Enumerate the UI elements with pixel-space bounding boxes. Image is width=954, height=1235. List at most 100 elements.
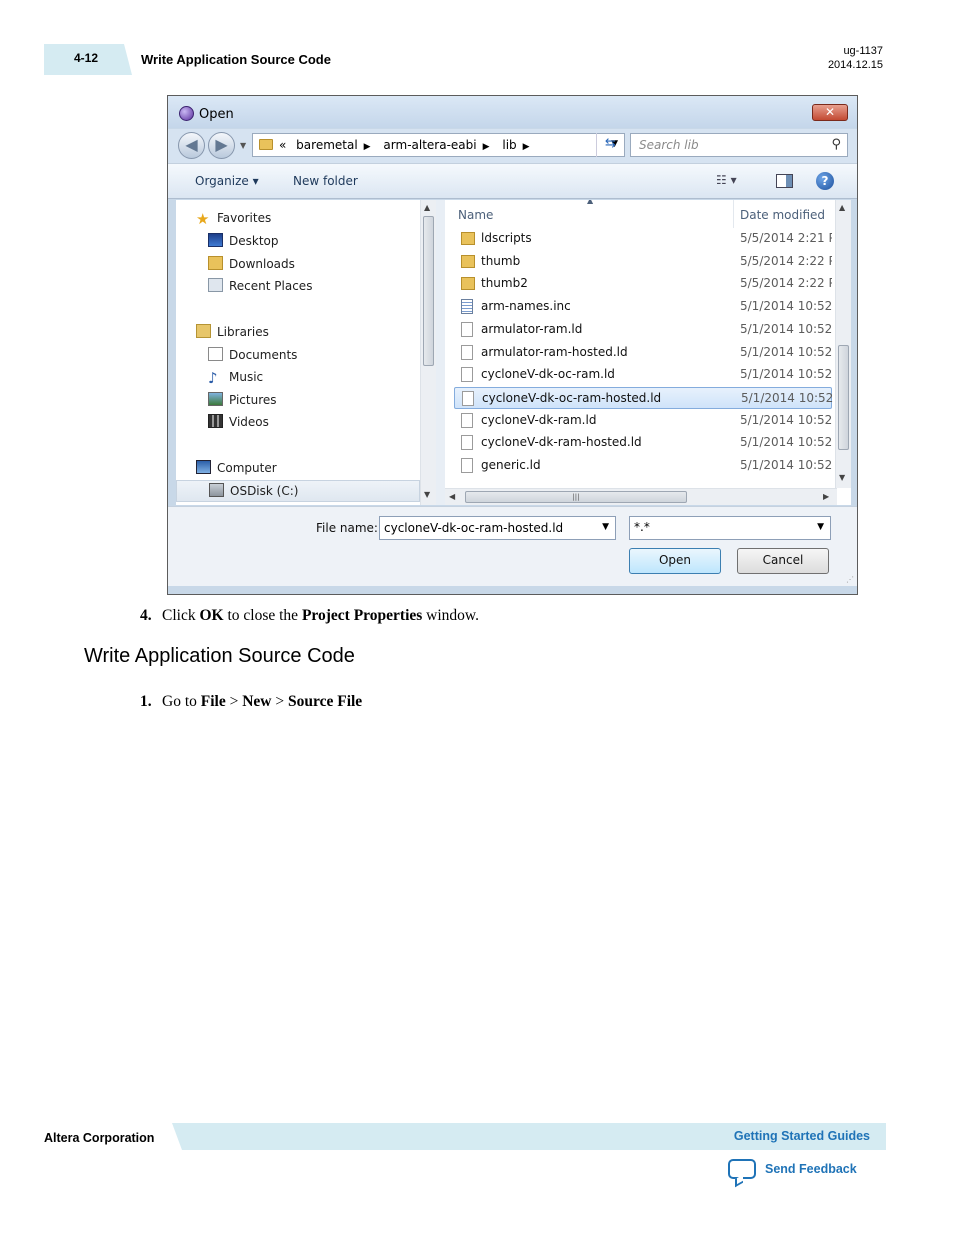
- file-icon: [461, 299, 473, 315]
- search-icon[interactable]: ⚲: [831, 137, 841, 152]
- file-list-scrollbar[interactable]: ▲ ▼: [835, 200, 851, 488]
- folder-icon: [259, 139, 273, 150]
- file-row[interactable]: thumb 5/5/2014 2:22 PM: [454, 251, 832, 273]
- file-date-modified: 5/1/2014 10:52 AM: [740, 367, 832, 382]
- scroll-down-arrow-icon[interactable]: ▼: [839, 473, 845, 482]
- address-bar[interactable]: « baremetal ▶ arm-altera-eabi ▶ lib ▶ ▼: [252, 133, 625, 157]
- breadcrumb-overflow[interactable]: «: [279, 138, 286, 152]
- file-icon: [461, 458, 473, 473]
- change-view-icon[interactable]: ☷ ▾: [716, 173, 737, 187]
- breadcrumb-arm-altera-eabi[interactable]: arm-altera-eabi: [383, 138, 476, 152]
- file-icon: [461, 321, 473, 337]
- pane-divider[interactable]: [436, 200, 445, 505]
- file-date-modified: 5/1/2014 10:52 AM: [740, 435, 832, 450]
- chevron-down-icon[interactable]: ▼: [817, 522, 824, 532]
- column-separator[interactable]: [733, 200, 734, 228]
- computer-icon: [196, 460, 211, 474]
- file-row[interactable]: cycloneV-dk-ram.ld 5/1/2014 10:52 AM: [454, 410, 832, 432]
- nav-scroll-thumb[interactable]: [423, 216, 434, 366]
- nav-pictures[interactable]: Pictures: [208, 392, 277, 412]
- nav-computer[interactable]: Computer: [196, 460, 277, 480]
- search-input[interactable]: Search lib ⚲: [630, 133, 848, 157]
- folder-icon: [461, 232, 475, 245]
- page-number: 4-12: [74, 51, 99, 65]
- file-row[interactable]: arm-names.inc 5/1/2014 10:52 AM: [454, 296, 832, 318]
- file-row[interactable]: cycloneV-dk-oc-ram-hosted.ld 5/1/2014 10:…: [454, 386, 833, 409]
- chevron-right-icon[interactable]: ▶: [364, 142, 371, 152]
- file-name: ldscripts: [481, 231, 532, 245]
- file-icon: [461, 412, 473, 428]
- desktop-icon: [208, 233, 223, 247]
- resize-grip-icon[interactable]: ⋰: [846, 575, 854, 584]
- nav-videos[interactable]: Videos: [208, 414, 269, 434]
- close-button[interactable]: ✕: [812, 104, 848, 121]
- open-button[interactable]: Open: [629, 548, 721, 574]
- back-button[interactable]: ◀: [178, 132, 205, 159]
- recent-pages-dropdown-icon[interactable]: ▼: [240, 141, 246, 150]
- getting-started-guides-link[interactable]: Getting Started Guides: [734, 1129, 870, 1143]
- file-type-select[interactable]: *.* ▼: [629, 516, 831, 540]
- file-date-modified: 5/1/2014 10:52 AM: [741, 390, 833, 405]
- refresh-button[interactable]: ⇆: [596, 133, 624, 157]
- nav-desktop[interactable]: Desktop: [208, 233, 279, 253]
- file-icon: [461, 367, 473, 383]
- breadcrumb-baremetal[interactable]: baremetal: [296, 138, 358, 152]
- nav-pane-scrollbar[interactable]: ▲ ▼: [420, 200, 436, 505]
- nav-favorites[interactable]: ★ Favorites: [196, 210, 271, 230]
- file-icon: [462, 390, 474, 406]
- file-row[interactable]: cycloneV-dk-oc-ram.ld 5/1/2014 10:52 AM: [454, 364, 832, 386]
- file-list-horizontal-scrollbar[interactable]: ◀ ||| ▶: [445, 488, 837, 505]
- file-row[interactable]: cycloneV-dk-ram-hosted.ld 5/1/2014 10:52 …: [454, 432, 832, 454]
- folder-icon: [461, 277, 475, 291]
- nav-libraries[interactable]: Libraries: [196, 324, 269, 344]
- file-name-value: cycloneV-dk-oc-ram-hosted.ld: [384, 521, 564, 535]
- chevron-right-icon[interactable]: ▶: [523, 142, 530, 152]
- horizontal-scroll-thumb[interactable]: |||: [465, 491, 687, 503]
- sort-indicator-icon: ▲: [587, 200, 594, 205]
- file-scroll-thumb[interactable]: [838, 345, 849, 450]
- file-row[interactable]: ldscripts 5/5/2014 2:21 PM: [454, 228, 832, 250]
- forward-button[interactable]: ▶: [208, 132, 235, 159]
- step-number: 4.: [140, 607, 152, 624]
- send-feedback-link[interactable]: Send Feedback: [765, 1162, 857, 1176]
- step-number: 1.: [140, 693, 152, 710]
- file-name: thumb2: [481, 276, 528, 291]
- open-file-dialog: Open ✕ ◀ ▶ ▼ « baremetal ▶ arm-altera-eab…: [167, 95, 858, 595]
- scroll-down-arrow-icon[interactable]: ▼: [424, 490, 430, 499]
- nav-documents[interactable]: Documents: [208, 347, 297, 367]
- file-row[interactable]: generic.ld 5/1/2014 10:52 AM: [454, 455, 832, 477]
- scroll-right-arrow-icon[interactable]: ▶: [823, 492, 829, 501]
- scroll-left-arrow-icon[interactable]: ◀: [449, 492, 455, 501]
- eclipse-app-icon: [179, 106, 194, 121]
- dialog-title-bar: Open ✕: [168, 96, 857, 128]
- music-icon: ♪: [208, 369, 218, 387]
- nav-music[interactable]: ♪ Music: [208, 369, 263, 389]
- breadcrumb-lib[interactable]: lib: [502, 138, 516, 152]
- dialog-toolbar: Organize ▾ New folder ☷ ▾ ?: [168, 163, 857, 199]
- file-name: cycloneV-dk-ram-hosted.ld: [481, 435, 642, 450]
- recent-places-icon: [208, 278, 223, 292]
- document-date: 2014.12.15: [827, 59, 883, 71]
- preview-pane-icon[interactable]: [776, 174, 793, 188]
- file-row[interactable]: armulator-ram.ld 5/1/2014 10:52 AM: [454, 319, 832, 341]
- downloads-folder-icon: [208, 256, 223, 270]
- file-name: thumb: [481, 253, 521, 268]
- help-icon[interactable]: ?: [816, 172, 834, 190]
- new-folder-button[interactable]: New folder: [293, 174, 358, 188]
- organize-menu[interactable]: Organize ▾: [195, 174, 259, 188]
- scroll-up-arrow-icon[interactable]: ▲: [839, 203, 845, 212]
- company-name: Altera Corporation: [44, 1131, 155, 1145]
- section-heading: Write Application Source Code: [84, 645, 355, 667]
- navigation-pane: ★ Favorites Desktop Downloads Recent Plac…: [176, 200, 420, 505]
- chevron-right-icon[interactable]: ▶: [483, 142, 490, 152]
- nav-recent-places[interactable]: Recent Places: [208, 278, 312, 298]
- file-row[interactable]: armulator-ram-hosted.ld 5/1/2014 10:52 AM: [454, 342, 832, 364]
- cancel-button[interactable]: Cancel: [737, 548, 829, 574]
- nav-downloads[interactable]: Downloads: [208, 256, 295, 276]
- file-name-input[interactable]: cycloneV-dk-oc-ram-hosted.ld ▼: [379, 516, 616, 540]
- chevron-down-icon[interactable]: ▼: [602, 522, 609, 532]
- file-row[interactable]: thumb2 5/5/2014 2:22 PM: [454, 273, 832, 295]
- address-row: ◀ ▶ ▼ « baremetal ▶ arm-altera-eabi ▶ lib ▶…: [168, 129, 857, 163]
- scroll-up-arrow-icon[interactable]: ▲: [424, 203, 430, 212]
- nav-osdisk[interactable]: OSDisk (C:): [176, 480, 420, 502]
